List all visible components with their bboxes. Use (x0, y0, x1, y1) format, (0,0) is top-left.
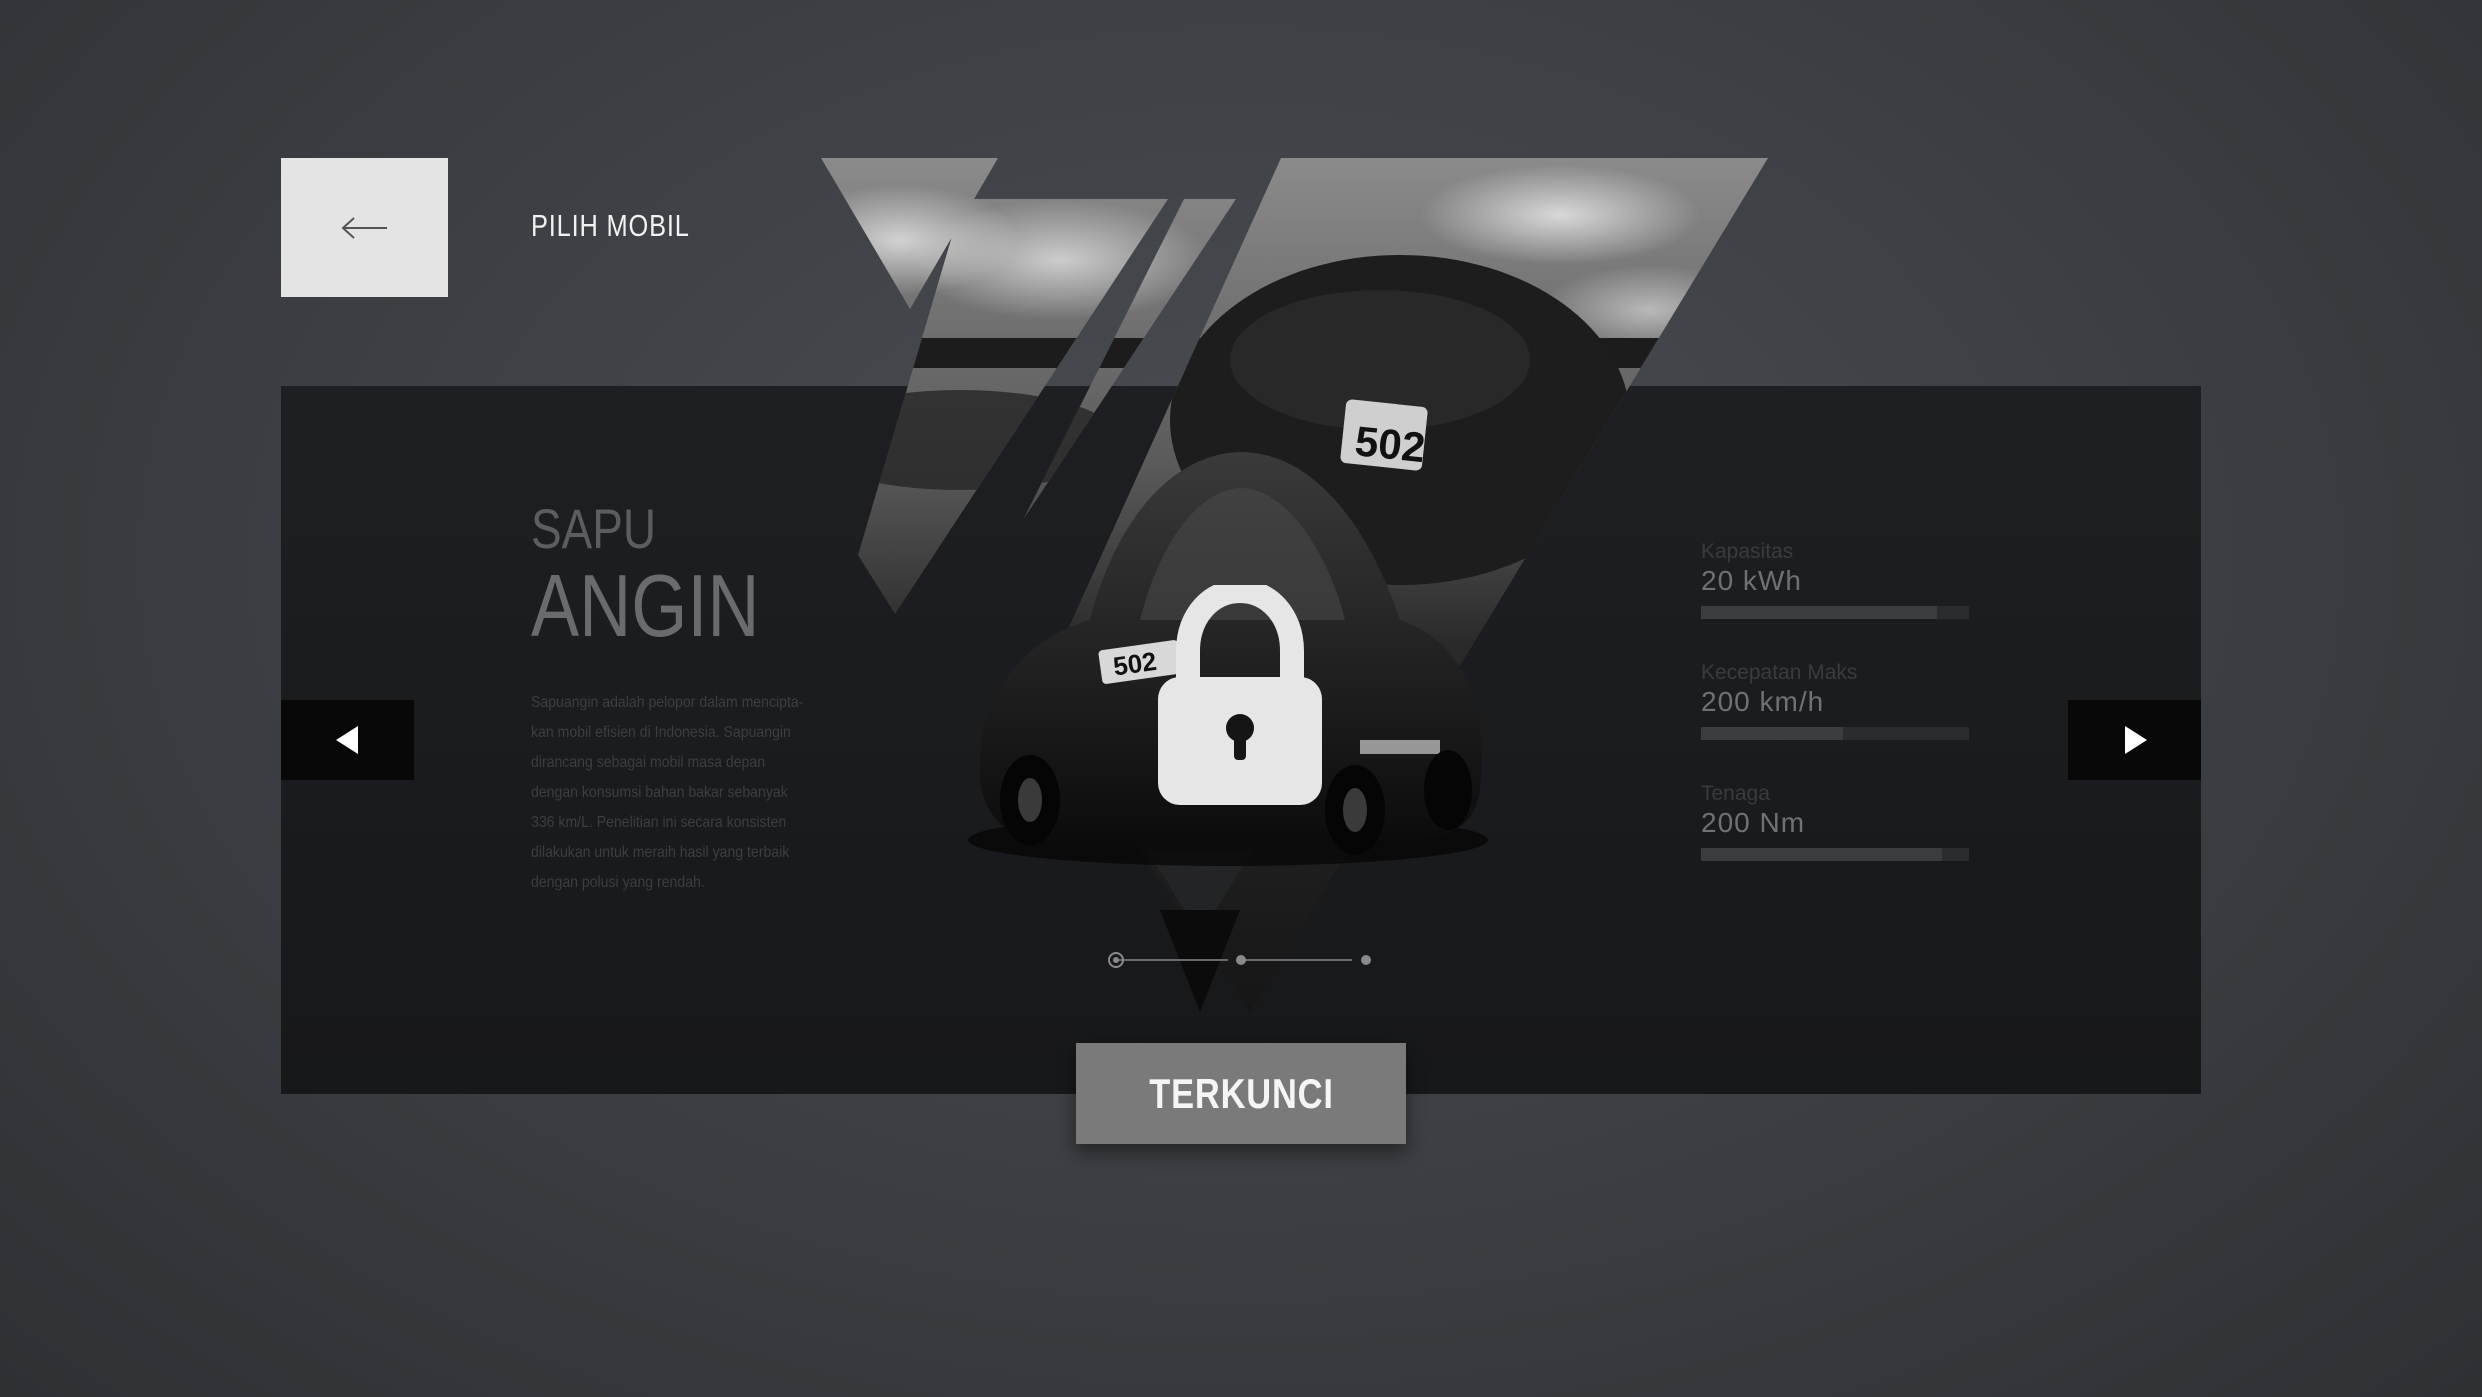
locked-button[interactable]: TERKUNCI (1076, 1043, 1406, 1144)
stat-bar-fill (1701, 606, 1937, 619)
stat-label: Kapasitas (1701, 540, 1794, 563)
car-description-line: dengan polusi yang rendah. (531, 874, 705, 891)
triangle-right-icon (2124, 726, 2147, 754)
background-plate-number: 502 (1353, 417, 1428, 471)
stat-power: Tenaga 200 Nm (1701, 782, 1969, 861)
car-name-bottom: ANGIN (531, 556, 760, 655)
triangle-left-icon (335, 726, 358, 754)
stat-top-speed: Kecepatan Maks 200 km/h (1701, 661, 1969, 740)
prev-car-button[interactable] (281, 700, 414, 780)
pager-dot-1-center (1113, 957, 1119, 963)
carousel-pager (1108, 952, 1371, 968)
stat-label: Tenaga (1701, 782, 1770, 805)
car-description: Sapuangin adalah pelopor dalam mencipta-… (531, 688, 804, 898)
stat-capacity: Kapasitas 20 kWh (1701, 540, 1969, 619)
padlock-icon (1158, 585, 1322, 805)
car-description-line: dengan konsumsi bahan bakar sebanyak (531, 784, 788, 801)
stat-bar (1701, 727, 1969, 740)
stat-value: 200 km/h (1701, 686, 1825, 717)
stat-label: Kecepatan Maks (1701, 661, 1858, 684)
car-description-line: 336 km/L. Penelitian ini secara konsiste… (531, 814, 787, 831)
stat-value: 200 Nm (1701, 807, 1806, 838)
car-plate-number: 502 (1111, 646, 1158, 682)
car-description-line: kan mobil efisien di Indonesia. Sapuangi… (531, 724, 791, 741)
pager-dot-3[interactable] (1361, 955, 1371, 965)
pager-dot-2[interactable] (1236, 955, 1246, 965)
stat-bar-fill (1701, 727, 1844, 740)
stat-bar (1701, 848, 1969, 861)
car-name-top: SAPU (531, 497, 657, 560)
next-car-button[interactable] (2068, 700, 2201, 780)
stat-bar (1701, 606, 1969, 619)
car-description-line: dirancang sebagai mobil masa depan (531, 754, 766, 771)
stat-bar-fill (1701, 848, 1943, 861)
stat-value: 20 kWh (1701, 565, 1802, 596)
car-description-line: Sapuangin adalah pelopor dalam mencipta- (531, 694, 804, 711)
car-description-line: dilakukan untuk meraih hasil yang terbai… (531, 844, 790, 861)
